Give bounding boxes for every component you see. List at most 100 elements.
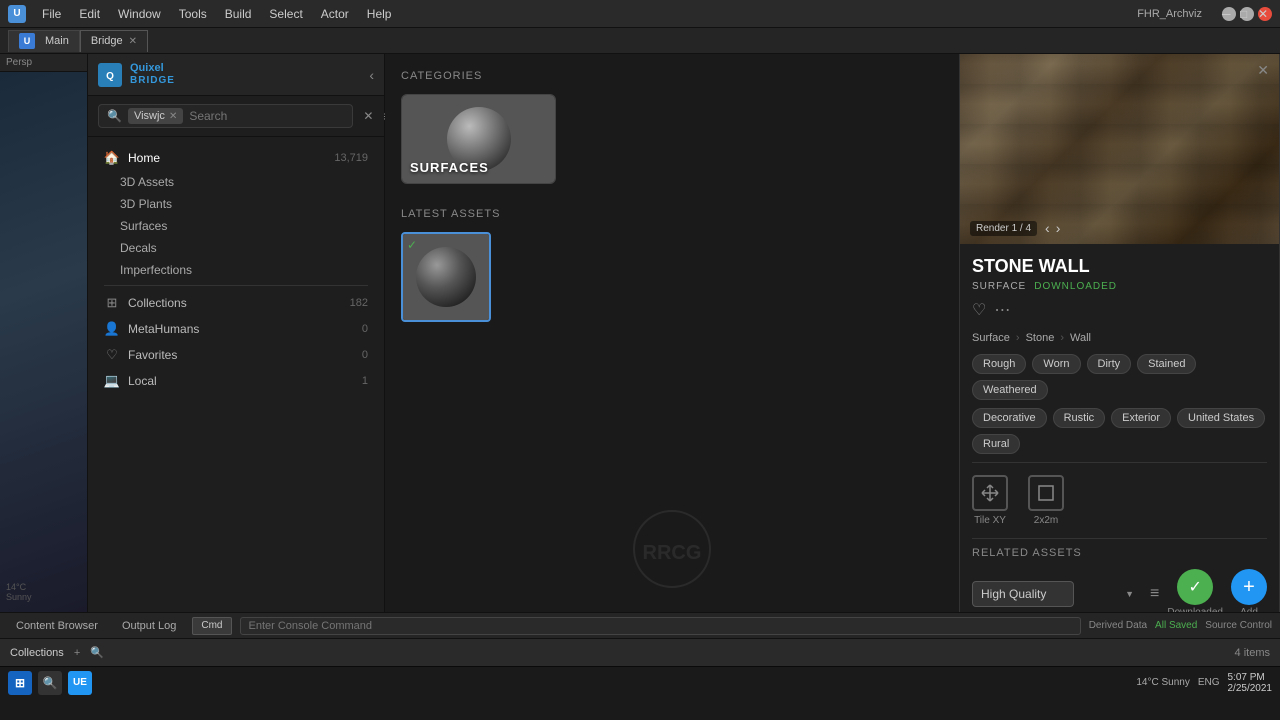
collections-tab[interactable]: Collections	[10, 647, 64, 659]
start-button[interactable]: ⊞	[8, 671, 32, 695]
menu-select[interactable]: Select	[265, 5, 306, 23]
asset-more-button[interactable]: ⋯	[994, 300, 1010, 320]
sidebar-item-local[interactable]: 💻 Local 1	[88, 368, 384, 394]
home-icon: 🏠	[104, 150, 120, 166]
asset-favorite-button[interactable]: ♡	[972, 300, 986, 320]
window-controls: ─ □ ✕	[1222, 7, 1272, 21]
breadcrumb-wall[interactable]: Wall	[1070, 332, 1091, 344]
content-browser-tab[interactable]: Content Browser	[8, 618, 106, 634]
collections-count: 182	[350, 297, 368, 309]
tag-dirty[interactable]: Dirty	[1087, 354, 1132, 374]
taskbar-right: 14°C Sunny ENG 5:07 PM 2/25/2021	[1136, 672, 1272, 694]
tag-worn[interactable]: Worn	[1032, 354, 1080, 374]
surfaces-label: Surfaces	[120, 219, 167, 233]
tag-rural[interactable]: Rural	[972, 434, 1020, 454]
bridge-collapse-button[interactable]: ‹	[369, 67, 374, 83]
render-next-button[interactable]: ›	[1054, 220, 1063, 236]
menu-window[interactable]: Window	[114, 5, 165, 23]
breadcrumb-surface[interactable]: Surface	[972, 332, 1010, 344]
menu-edit[interactable]: Edit	[75, 5, 104, 23]
render-prev-button[interactable]: ‹	[1043, 220, 1052, 236]
window-title: FHR_Archviz	[1137, 8, 1202, 20]
add-collection-button[interactable]: +	[74, 647, 80, 659]
cmd-button[interactable]: Cmd	[192, 617, 231, 635]
search-tag-close[interactable]: ✕	[169, 111, 177, 122]
add-section: + Add	[1231, 569, 1267, 612]
tag-rustic[interactable]: Rustic	[1053, 408, 1106, 428]
tag-united-states[interactable]: United States	[1177, 408, 1265, 428]
sidebar-item-favorites[interactable]: ♡ Favorites 0	[88, 342, 384, 368]
viewport-info: 14°CSunny	[6, 582, 32, 602]
detail-close-button[interactable]: ✕	[1257, 62, 1269, 79]
tile-xy-label: Tile XY	[974, 515, 1006, 526]
tab-main[interactable]: U Main	[8, 30, 80, 52]
sidebar-item-surfaces[interactable]: Surfaces	[88, 215, 384, 237]
search-collection-button[interactable]: 🔍	[90, 646, 104, 659]
sidebar-item-3d-assets[interactable]: 3D Assets	[88, 171, 384, 193]
close-button[interactable]: ✕	[1258, 7, 1272, 21]
assets-grid: ✓	[401, 232, 943, 322]
search-clear-button[interactable]: ✕	[363, 109, 373, 123]
menu-help[interactable]: Help	[363, 5, 396, 23]
search-taskbar-button[interactable]: 🔍	[38, 671, 62, 695]
menu-tools[interactable]: Tools	[175, 5, 211, 23]
menu-file[interactable]: File	[38, 5, 65, 23]
categories-section-title: CATEGORIES	[401, 70, 943, 82]
add-label: Add	[1240, 607, 1258, 612]
breadcrumb-sep-1: ›	[1016, 332, 1020, 344]
asset-card-0[interactable]: ✓	[401, 232, 491, 322]
minimize-button[interactable]: ─	[1222, 7, 1236, 21]
quality-select[interactable]: High Quality Medium Quality Low Quality	[972, 581, 1074, 607]
taskbar-ue-icon[interactable]: UE	[68, 671, 92, 695]
detail-image: Render 1 / 4 ‹ ›	[960, 54, 1279, 244]
sidebar-item-imperfections[interactable]: Imperfections	[88, 259, 384, 281]
sidebar-item-metahumans[interactable]: 👤 MetaHumans 0	[88, 316, 384, 342]
bridge-header: Q Quixel BRIDGE ‹	[88, 54, 384, 96]
tile-2x2-option[interactable]: 2x2m	[1028, 475, 1064, 526]
asset-check-icon: ✓	[407, 238, 417, 252]
watermark: RRCG	[632, 509, 712, 592]
related-filter-button[interactable]: ≡	[1150, 585, 1159, 603]
sidebar-item-decals[interactable]: Decals	[88, 237, 384, 259]
bridge-logo-icon: Q	[98, 63, 122, 87]
asset-sphere	[416, 247, 476, 307]
tile-xy-option[interactable]: Tile XY	[972, 475, 1008, 526]
sidebar-item-3d-plants[interactable]: 3D Plants	[88, 193, 384, 215]
main-layout: Persp 14°CSunny Q Quixel BRIDGE ‹ 🔍 Visw…	[0, 54, 1280, 612]
sidebar-item-collections[interactable]: ⊞ Collections 182	[88, 290, 384, 316]
svg-text:Q: Q	[106, 71, 114, 82]
collections-bar: Collections + 🔍 4 items	[0, 638, 1280, 666]
download-button[interactable]: ✓	[1177, 569, 1213, 605]
derived-data-label[interactable]: Derived Data	[1089, 620, 1147, 631]
search-tag[interactable]: Viswjc ✕	[128, 108, 183, 124]
menu-build[interactable]: Build	[221, 5, 256, 23]
metahumans-label: MetaHumans	[128, 322, 354, 336]
tag-weathered[interactable]: Weathered	[972, 380, 1048, 400]
svg-text:RRCG: RRCG	[643, 542, 702, 564]
output-log-tab[interactable]: Output Log	[114, 618, 184, 634]
tag-exterior[interactable]: Exterior	[1111, 408, 1171, 428]
viewport-body[interactable]: 14°CSunny	[0, 72, 87, 612]
tag-decorative[interactable]: Decorative	[972, 408, 1047, 428]
category-label-surfaces: SURFACES	[410, 160, 489, 175]
tag-stained[interactable]: Stained	[1137, 354, 1196, 374]
tile-2x2-label: 2x2m	[1034, 515, 1058, 526]
sidebar-item-home[interactable]: 🏠 Home 13,719	[88, 145, 384, 171]
tab-bridge[interactable]: Bridge ✕	[80, 30, 148, 52]
tags-row-1: Rough Worn Dirty Stained Weathered	[972, 354, 1267, 400]
breadcrumb-stone[interactable]: Stone	[1026, 332, 1055, 344]
source-control-label[interactable]: Source Control	[1205, 620, 1272, 631]
category-card-surfaces[interactable]: SURFACES	[401, 94, 556, 184]
tags-row-2: Decorative Rustic Exterior United States…	[972, 408, 1267, 454]
collections-icon: ⊞	[104, 295, 120, 311]
detail-render-nav: Render 1 / 4 ‹ ›	[970, 220, 1062, 236]
search-input[interactable]	[189, 109, 344, 123]
tag-rough[interactable]: Rough	[972, 354, 1026, 374]
console-input[interactable]	[240, 617, 1081, 635]
favorites-icon: ♡	[104, 347, 120, 363]
add-button[interactable]: +	[1231, 569, 1267, 605]
tab-bridge-close[interactable]: ✕	[129, 36, 137, 47]
menu-actor[interactable]: Actor	[317, 5, 353, 23]
maximize-button[interactable]: □	[1240, 7, 1254, 21]
metahumans-icon: 👤	[104, 321, 120, 337]
